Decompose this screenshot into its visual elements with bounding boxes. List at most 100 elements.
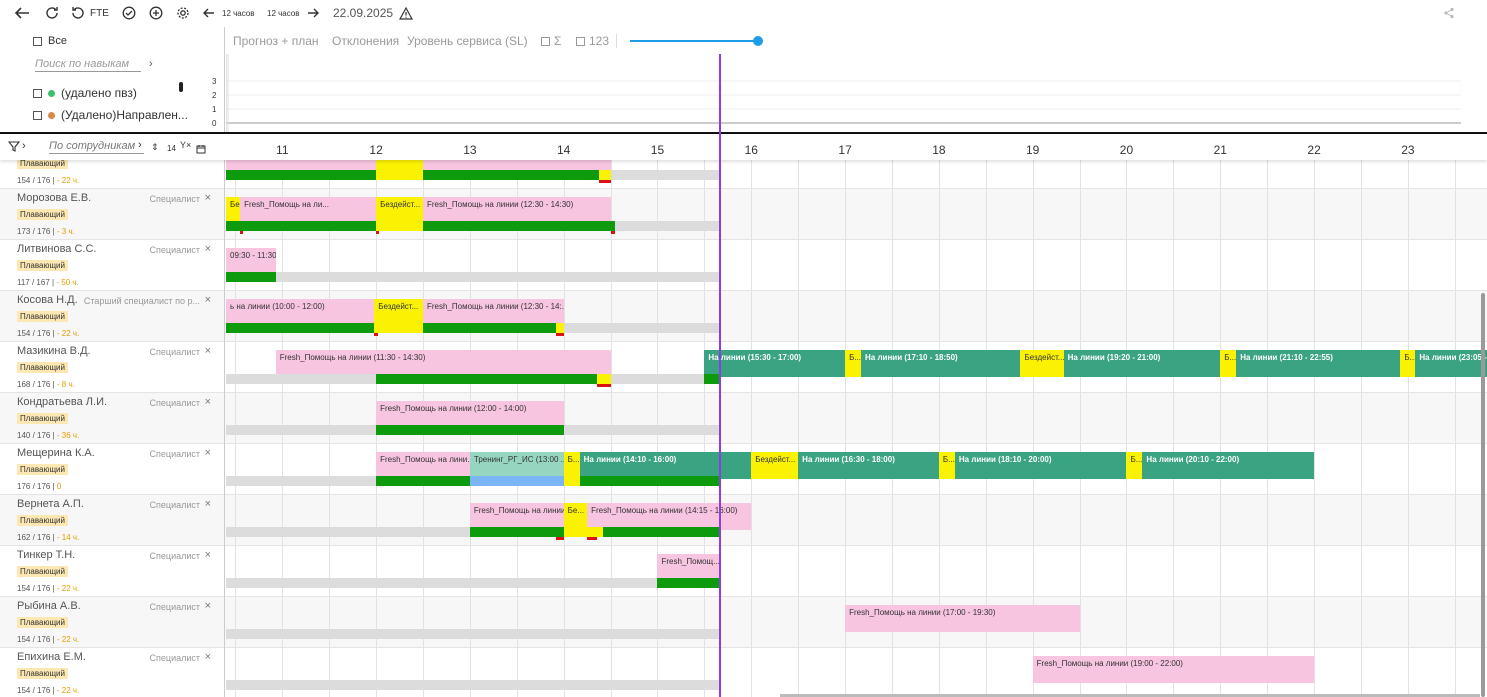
date-picker[interactable]: 22.09.2025 xyxy=(333,4,393,22)
range-back-button[interactable]: 12 часов xyxy=(203,4,255,22)
shift-block-yellow[interactable]: Бе... xyxy=(563,503,588,530)
shift-block-pink[interactable]: Fresh_Помощь на ли... xyxy=(240,197,377,224)
shift-block-pink[interactable]: Fresh_Помощь на линии (17:00 - 19:30) xyxy=(845,605,1080,632)
grid-line xyxy=(798,160,800,697)
shift-block-teal[interactable]: На линии (21:10 - 22:55) xyxy=(1236,350,1401,377)
shift-block-yellow[interactable]: Б... xyxy=(563,452,580,479)
remove-employee-icon[interactable]: × xyxy=(205,294,211,306)
skill-search-input[interactable]: Поиск по навыкам xyxy=(35,58,141,72)
shift-block-pink[interactable]: Fresh_Помощь на линии (19:00 - 22:00) xyxy=(1032,656,1315,683)
shift-block-teal[interactable]: На линии (16:30 - 18:00) xyxy=(798,452,939,479)
shift-block-teal[interactable]: На линии (17:10 - 18:50) xyxy=(861,350,1021,377)
remove-employee-icon[interactable]: × xyxy=(205,651,211,663)
shift-block-yellow[interactable]: Б... xyxy=(1126,452,1143,479)
shift-block-pink[interactable]: Fresh_Помощь на линии (11:30 - 14:30) xyxy=(275,350,611,377)
calendar-icon[interactable] xyxy=(196,141,206,159)
numbers-toggle[interactable]: 123 xyxy=(576,34,609,48)
shift-block-pink[interactable]: Fresh_Помощ... xyxy=(657,554,721,581)
employee-cell[interactable]: Тинкер Т.Н. Специалист × Плавающий 154 /… xyxy=(0,546,225,597)
employee-cell[interactable]: Вернета А.П. Специалист × Плавающий 162 … xyxy=(0,495,225,546)
remove-employee-icon[interactable]: × xyxy=(205,192,211,204)
tab-deviations[interactable]: Отклонения xyxy=(332,34,399,48)
shift-block-pink[interactable]: 09:30 - 11:30) xyxy=(226,248,276,275)
remove-employee-icon[interactable]: × xyxy=(205,498,211,510)
remove-employee-icon[interactable]: × xyxy=(205,549,211,561)
scroll-thumb[interactable] xyxy=(179,82,183,92)
employee-cell[interactable]: Епихина Е.М. Специалист × Плавающий 154 … xyxy=(0,648,225,697)
filter-icon[interactable] xyxy=(7,141,21,155)
shift-block-yellow[interactable]: Бездейст... xyxy=(374,299,423,326)
shift-block-pink[interactable]: Fresh_Помощь на линии (12:30 - 14:30) xyxy=(422,197,611,224)
sigma-toggle[interactable]: Σ xyxy=(541,34,561,48)
shift-block-teal[interactable]: На линии (15:30 - 17:00) xyxy=(704,350,846,377)
shift-block-yellow[interactable]: Бе... xyxy=(226,197,241,224)
select-all-checkbox[interactable]: Все xyxy=(33,33,67,49)
employee-cell[interactable]: Плавающий 154 / 176 | - 22 ч. xyxy=(0,160,225,189)
zoom-slider-track[interactable] xyxy=(630,40,758,42)
warning-icon[interactable] xyxy=(399,4,413,22)
employee-cell[interactable]: Мазикина В.Д. Специалист × Плавающий 168… xyxy=(0,342,225,393)
refresh-icon[interactable] xyxy=(45,4,59,22)
employee-cell[interactable]: Литвинова С.С. Специалист × Плавающий 11… xyxy=(0,240,225,291)
shift-block-pink[interactable]: Fresh_Помощь на линии... xyxy=(469,503,564,530)
employee-role: Специалист xyxy=(149,245,200,255)
clear-filter-icon[interactable]: Y× xyxy=(180,140,191,150)
check-circle-icon[interactable] xyxy=(122,4,136,22)
skill-item[interactable]: (Удалено)Направлен... xyxy=(33,107,188,123)
shift-block-yellow[interactable]: Б... xyxy=(1220,350,1237,377)
employee-cell[interactable]: Морозова Е.В. Специалист × Плавающий 173… xyxy=(0,189,225,240)
fte-toggle[interactable]: FTE xyxy=(71,4,109,22)
remove-employee-icon[interactable]: × xyxy=(205,600,211,612)
shift-block-teal[interactable]: На линии (19:20 - 21:00) xyxy=(1063,350,1221,377)
checkbox[interactable] xyxy=(541,36,550,46)
shift-block-teal[interactable]: На линии (18:10 - 20:00) xyxy=(954,452,1127,479)
vertical-scrollbar[interactable] xyxy=(1481,293,1485,697)
shift-block-yellow[interactable]: Бездейст... xyxy=(1020,350,1064,377)
chevron-right-icon[interactable]: › xyxy=(149,58,153,70)
employee-cell[interactable]: Мещерина К.А. Специалист × Плавающий 176… xyxy=(0,444,225,495)
back-arrow-icon[interactable] xyxy=(14,4,30,22)
shift-block-yellow[interactable]: Бездейст... xyxy=(376,197,423,224)
employee-cell[interactable]: Рыбина А.В. Специалист × Плавающий 154 /… xyxy=(0,597,225,648)
checkbox[interactable] xyxy=(33,110,42,120)
remove-employee-icon[interactable]: × xyxy=(205,243,211,255)
employee-search-input[interactable]: По сотрудникам xyxy=(49,140,144,154)
add-circle-icon[interactable] xyxy=(149,4,163,22)
violation-mark xyxy=(596,384,611,387)
remove-employee-icon[interactable]: × xyxy=(205,396,211,408)
shift-block-yellow[interactable]: Б... xyxy=(845,350,862,377)
tab-forecast[interactable]: Прогноз + план xyxy=(233,34,319,48)
chevron-right-icon[interactable]: › xyxy=(138,139,142,151)
share-icon[interactable] xyxy=(1443,4,1455,22)
shift-block-pink[interactable]: Fresh_Помощь на линии (14:15 - 16:00) xyxy=(587,503,752,530)
actual-status-bar xyxy=(469,527,564,537)
shift-block-yellow[interactable]: Б... xyxy=(1400,350,1416,377)
expand-chevron-icon[interactable]: › xyxy=(22,140,26,152)
range-forward-button[interactable]: 12 часов xyxy=(267,4,319,22)
checkbox[interactable] xyxy=(576,36,585,46)
shift-block-pink[interactable]: Fresh_Помощь на линии (12:30 - 14:... xyxy=(422,299,564,326)
employee-cell[interactable]: Косова Н.Д. Старший специалист по р... ×… xyxy=(0,291,225,342)
sort-icon[interactable]: ⇕ xyxy=(151,142,159,153)
remove-employee-icon[interactable]: × xyxy=(205,345,211,357)
hours-deviation: - 22 ч. xyxy=(56,584,80,593)
zoom-slider-handle[interactable] xyxy=(753,36,763,46)
employee-type-badge: Плавающий xyxy=(17,617,68,628)
shift-block-yellow[interactable]: Б... xyxy=(938,452,955,479)
checkbox[interactable] xyxy=(33,36,42,46)
shift-block-teal[interactable]: На линии (14:10 - 16:00) xyxy=(579,452,752,479)
shift-block-teal[interactable]: На линии (20:10 - 22:00) xyxy=(1142,452,1315,479)
shift-block-mint[interactable]: Тренинг_РГ_ИС (13:00 ... xyxy=(469,452,564,479)
shift-block-pink[interactable]: Fresh_Помощь на линии (12:00 - 14:00) xyxy=(376,401,564,428)
shift-block-pink[interactable]: ь на линии (10:00 - 12:00) xyxy=(226,299,375,326)
employee-cell[interactable]: Кондратьева Л.И. Специалист × Плавающий … xyxy=(0,393,225,444)
settings-gear-icon[interactable] xyxy=(176,4,190,22)
tab-service-level[interactable]: Уровень сервиса (SL) xyxy=(407,34,528,48)
shift-block-teal[interactable]: На линии (23:05 - 00:30) xyxy=(1415,350,1487,377)
employee-name: Кондратьева Л.И. xyxy=(17,396,108,408)
skill-item[interactable]: (удалено пвз) xyxy=(33,85,137,101)
shift-block-yellow[interactable]: Бездейст... xyxy=(751,452,799,479)
shift-block-pink[interactable]: Fresh_Помощь на лини... xyxy=(376,452,470,479)
remove-employee-icon[interactable]: × xyxy=(205,447,211,459)
checkbox[interactable] xyxy=(33,88,42,98)
